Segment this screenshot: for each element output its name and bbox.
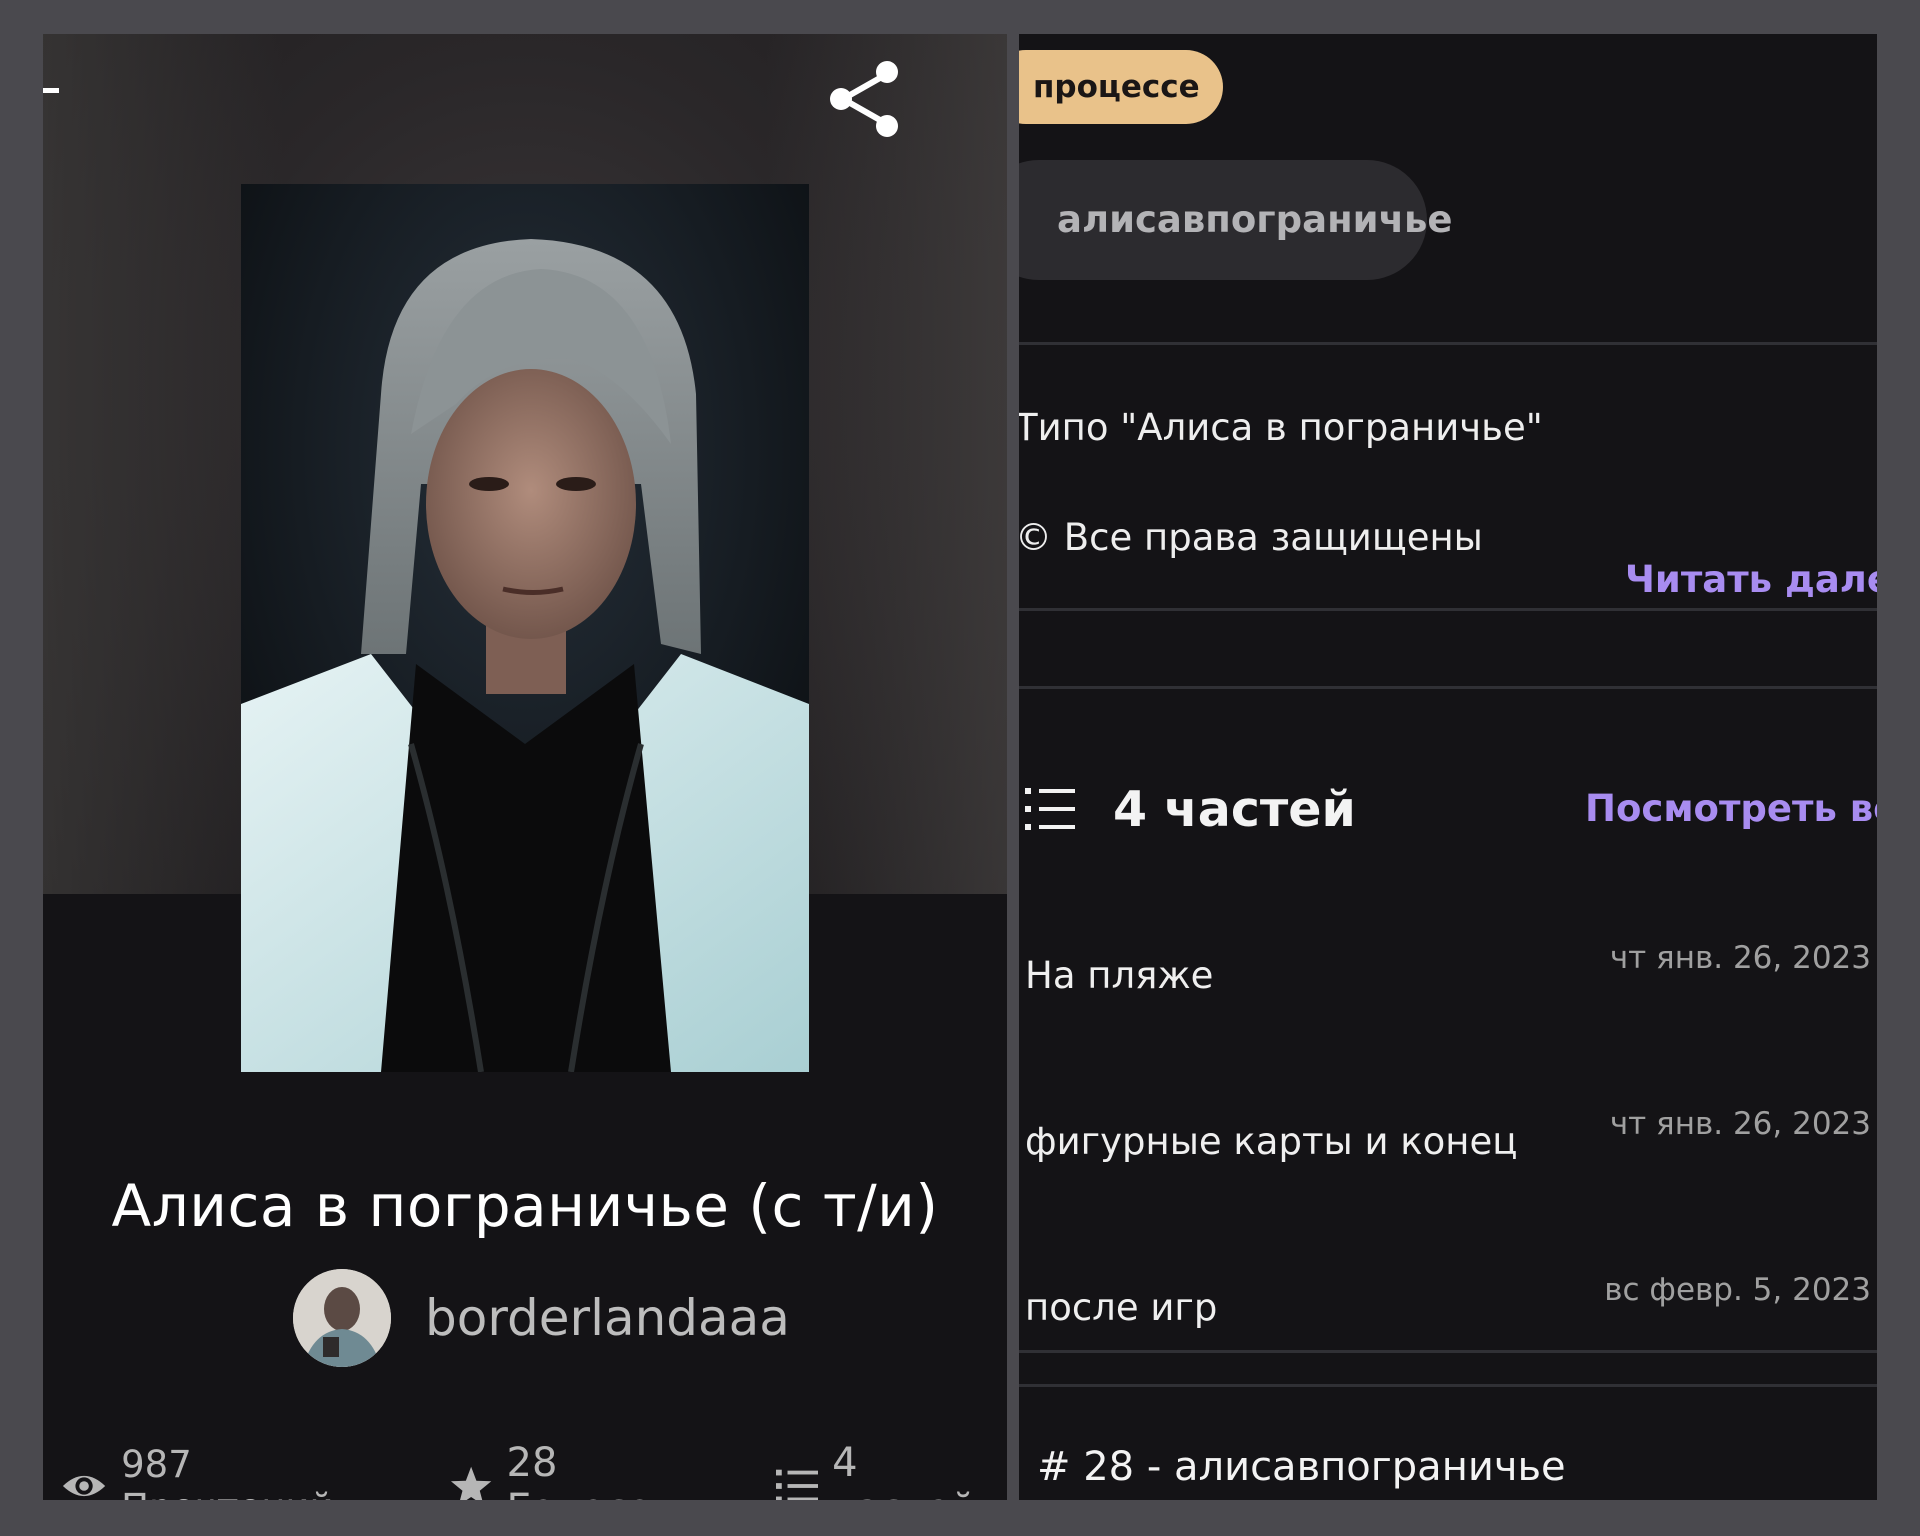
parts-count: 4 частей (1113, 780, 1356, 838)
chapter-date: чт янв. 26, 2023 (1609, 1106, 1871, 1142)
ranking-tag[interactable]: # 28 - алисавпограничье (1037, 1444, 1566, 1490)
author-avatar[interactable] (293, 1269, 391, 1367)
eye-icon (62, 1475, 106, 1497)
author-name[interactable]: borderlandaaa (425, 1289, 790, 1347)
story-stats: 987 Прочтений 28 Голосов 4 частей (61, 1440, 1007, 1500)
star-icon (451, 1466, 492, 1500)
chapter-item[interactable]: после игр вс февр. 5, 2023 (1019, 1266, 1877, 1356)
description-line-2: © Все права защищены (1019, 516, 1483, 559)
tag-chip[interactable]: алисавпограничье (1019, 160, 1452, 280)
divider (1019, 1350, 1877, 1353)
read-more-link[interactable]: Читать далее (1625, 558, 1877, 601)
story-info-panel: Алиса в пограничье (с т/и) borderlandaaa… (43, 34, 1007, 1500)
story-cover-image[interactable] (241, 184, 809, 1072)
parts-header: 4 частей Посмотреть всё (1025, 774, 1877, 844)
chapter-title: после игр (1025, 1286, 1218, 1329)
author-row[interactable]: borderlandaaa (293, 1266, 790, 1370)
description-line-1: Типо "Алиса в пограничье" (1019, 406, 1543, 449)
parts-stat: 4 частей (775, 1440, 1007, 1500)
chapter-title: На пляже (1025, 954, 1214, 997)
back-indicator[interactable] (43, 88, 59, 93)
divider (1019, 686, 1877, 689)
divider (1019, 342, 1877, 345)
divider (1019, 1384, 1877, 1387)
chapter-item[interactable]: На пляже чт янв. 26, 2023 (1019, 934, 1877, 1024)
votes-count: 28 Голосов (506, 1440, 676, 1500)
story-details-panel: процессе алисавпограничье Типо "Алиса в … (1019, 34, 1877, 1500)
share-icon[interactable] (821, 54, 911, 144)
parts-count-stat: 4 частей (832, 1440, 976, 1500)
story-title: Алиса в пограничье (с т/и) (111, 1172, 939, 1240)
list-icon (1025, 788, 1075, 830)
list-icon (775, 1469, 819, 1500)
see-all-link[interactable]: Посмотреть всё (1585, 774, 1877, 844)
chapter-item[interactable]: фигурные карты и конец чт янв. 26, 2023 (1019, 1100, 1877, 1190)
divider (1019, 608, 1877, 611)
chapter-date: чт янв. 26, 2023 (1609, 940, 1871, 976)
status-badge: процессе (1019, 50, 1223, 124)
chapter-date: вс февр. 5, 2023 (1604, 1272, 1871, 1308)
reads-count: 987 Прочтений (121, 1443, 333, 1500)
reads-stat: 987 Прочтений (61, 1443, 404, 1500)
chapter-title: фигурные карты и конец (1025, 1120, 1518, 1163)
votes-stat: 28 Голосов (450, 1440, 730, 1500)
